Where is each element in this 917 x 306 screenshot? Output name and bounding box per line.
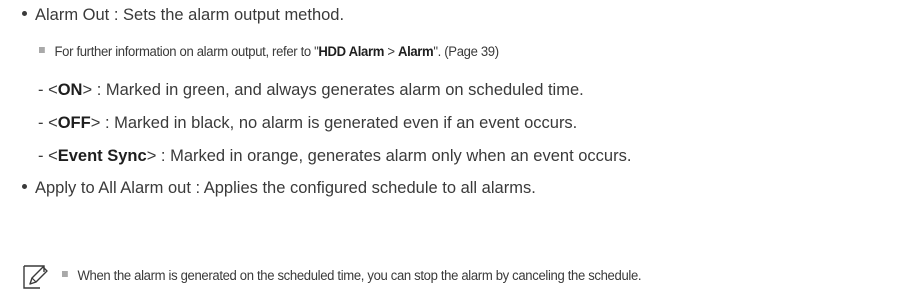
memo-pencil-icon [23, 265, 48, 289]
apply-all-text: Apply to All Alarm out : Applies the con… [35, 179, 536, 197]
option-prefix: - < [38, 81, 58, 99]
note-pre: For further information on alarm output,… [54, 44, 319, 59]
option-event-sync-desc: > : Marked in orange, generates alarm on… [146, 147, 632, 165]
bullet-alarm-out: Alarm Out : Sets the alarm output method… [22, 6, 344, 25]
option-on: - <ON> : Marked in green, and always gen… [38, 81, 584, 100]
bullet-dot [22, 184, 27, 190]
memo-text: When the alarm is generated on the sched… [77, 268, 642, 283]
option-prefix: - < [38, 147, 58, 165]
note-hdd-alarm: HDD Alarm [318, 44, 385, 59]
option-off: - <OFF> : Marked in black, no alarm is g… [38, 114, 577, 133]
option-off-label: OFF [57, 114, 91, 132]
option-on-label: ON [57, 81, 83, 99]
bullet-dot [22, 11, 27, 17]
bullet-apply-all: Apply to All Alarm out : Applies the con… [22, 179, 536, 198]
option-on-desc: > : Marked in green, and always generate… [82, 81, 584, 99]
note-alarm: Alarm [397, 44, 434, 59]
option-off-desc: > : Marked in black, no alarm is generat… [90, 114, 578, 132]
alarm-out-text: Alarm Out : Sets the alarm output method… [35, 6, 345, 24]
note-post: ". (Page 39) [433, 44, 499, 59]
option-prefix: - < [38, 114, 58, 132]
note-square-icon [39, 47, 45, 54]
option-event-sync: - <Event Sync> : Marked in orange, gener… [38, 147, 631, 166]
option-event-sync-label: Event Sync [57, 147, 147, 165]
memo-note: When the alarm is generated on the sched… [62, 268, 642, 283]
note-square-icon [62, 271, 68, 278]
note-further-info: For further information on alarm output,… [39, 44, 499, 59]
note-separator: > [384, 44, 398, 59]
